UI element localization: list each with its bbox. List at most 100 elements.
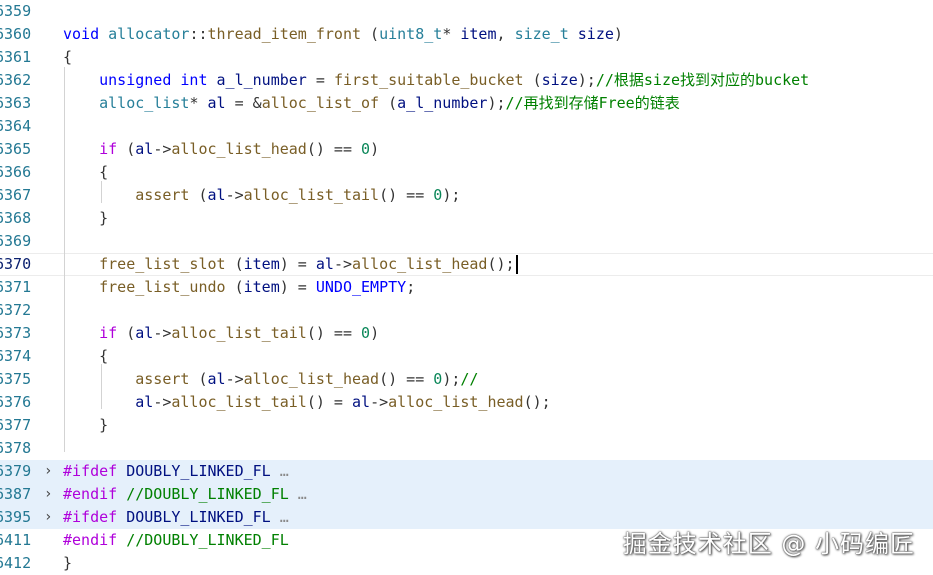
line-number[interactable]: 6395 — [0, 506, 33, 529]
line-number[interactable]: 6373 — [0, 322, 33, 345]
line-number[interactable]: 6379 — [0, 460, 33, 483]
code-line[interactable]: 6364 — [0, 115, 933, 138]
code-line[interactable]: 6360 void allocator::thread_item_front (u… — [0, 23, 933, 46]
line-number[interactable]: 6368 — [0, 207, 33, 230]
line-number[interactable]: 6361 — [0, 46, 33, 69]
code-token: void — [63, 25, 109, 43]
line-number[interactable]: 6364 — [0, 115, 33, 138]
code-editor[interactable]: 63596360 void allocator::thread_item_fron… — [0, 0, 933, 575]
code-token: ( — [189, 186, 208, 204]
code-token: item — [460, 25, 497, 43]
line-number[interactable]: 6366 — [0, 161, 33, 184]
code-text[interactable]: if (al->alloc_list_head() == 0) — [63, 138, 379, 161]
code-line[interactable]: 6379 › #ifdef DOUBLY_LINKED_FL … — [0, 460, 933, 483]
line-number[interactable]: 6378 — [0, 437, 33, 460]
code-line[interactable]: 6369 — [0, 230, 933, 253]
code-token: al — [135, 324, 154, 342]
code-line[interactable]: 6362 unsigned int a_l_number = first_sui… — [0, 69, 933, 92]
code-line[interactable]: 6367 assert (al->alloc_list_tail() == 0)… — [0, 184, 933, 207]
code-text[interactable]: unsigned int a_l_number = first_suitable… — [63, 69, 809, 92]
code-text[interactable]: free_list_slot (item) = al->alloc_list_h… — [63, 254, 518, 275]
code-token: -> — [153, 393, 172, 411]
code-token: ) — [370, 324, 380, 342]
code-token: 0 — [433, 370, 443, 388]
line-number[interactable]: 6365 — [0, 138, 33, 161]
code-line[interactable]: 6375 assert (al->alloc_list_head() == 0)… — [0, 368, 933, 391]
code-token: alloc_list_head — [388, 393, 524, 411]
code-token: 0 — [433, 186, 443, 204]
code-token: ; — [406, 278, 416, 296]
code-line[interactable]: 6371 free_list_undo (item) = UNDO_EMPTY; — [0, 276, 933, 299]
code-token: ( — [523, 71, 542, 89]
code-line[interactable]: 6363 alloc_list* al = &alloc_list_of (a_… — [0, 92, 933, 115]
code-text[interactable]: { — [63, 46, 72, 69]
code-line[interactable]: 6368 } — [0, 207, 933, 230]
code-line[interactable]: 6372 — [0, 299, 933, 322]
code-text[interactable]: #ifdef DOUBLY_LINKED_FL … — [63, 506, 289, 529]
code-line[interactable]: 6373 if (al->alloc_list_tail() == 0) — [0, 322, 933, 345]
code-text[interactable]: assert (al->alloc_list_tail() == 0); — [63, 184, 460, 207]
chevron-right-icon[interactable]: › — [44, 506, 56, 529]
line-number[interactable]: 6370 — [0, 254, 33, 275]
code-token: } — [63, 554, 73, 572]
code-token: () == — [379, 186, 434, 204]
code-line[interactable]: 6361 { — [0, 46, 933, 69]
code-text[interactable]: } — [63, 552, 72, 575]
code-line[interactable]: 6387 › #endif //DOUBLY_LINKED_FL … — [0, 483, 933, 506]
line-number[interactable]: 6374 — [0, 345, 33, 368]
code-token: item — [243, 278, 280, 296]
code-token: ); — [487, 94, 506, 112]
code-text[interactable]: #ifdef DOUBLY_LINKED_FL … — [63, 460, 289, 483]
code-line[interactable]: 6376 al->alloc_list_tail() = al->alloc_l… — [0, 391, 933, 414]
code-line[interactable]: 6359 — [0, 0, 933, 23]
code-line[interactable]: 6365 if (al->alloc_list_head() == 0) — [0, 138, 933, 161]
code-line[interactable]: 6374 { — [0, 345, 933, 368]
code-token: alloc_list_of — [261, 94, 380, 112]
line-number[interactable]: 6411 — [0, 529, 33, 552]
code-text[interactable]: void allocator::thread_item_front (uint8… — [63, 23, 623, 46]
line-number[interactable]: 6412 — [0, 552, 33, 575]
line-number[interactable]: 6363 — [0, 92, 33, 115]
line-number[interactable]: 6371 — [0, 276, 33, 299]
line-number[interactable]: 6375 — [0, 368, 33, 391]
indent-guide-if-block-2 — [101, 364, 102, 409]
code-token: ) = — [279, 255, 316, 273]
code-token: size — [541, 71, 578, 89]
chevron-right-icon[interactable]: › — [44, 483, 56, 506]
code-token: alloc_list_head — [243, 370, 380, 388]
line-number[interactable]: 6362 — [0, 69, 33, 92]
code-text[interactable]: free_list_undo (item) = UNDO_EMPTY; — [63, 276, 415, 299]
chevron-right-icon[interactable]: › — [44, 460, 56, 483]
code-token: ( — [379, 94, 398, 112]
code-token: al — [352, 393, 371, 411]
line-number[interactable]: 6360 — [0, 23, 33, 46]
code-text[interactable]: #endif //DOUBLY_LINKED_FL … — [63, 483, 307, 506]
code-line[interactable]: 6366 { — [0, 161, 933, 184]
code-token: { — [63, 163, 109, 181]
code-line[interactable]: 6370 free_list_slot (item) = al->alloc_l… — [0, 253, 933, 276]
code-token: if — [99, 140, 118, 158]
code-text[interactable]: assert (al->alloc_list_head() == 0);// — [63, 368, 478, 391]
code-token: uint8_t — [379, 25, 443, 43]
code-token: ( — [361, 25, 380, 43]
code-text[interactable]: } — [63, 207, 108, 230]
code-token: = & — [225, 94, 262, 112]
line-number[interactable]: 6369 — [0, 230, 33, 253]
line-number[interactable]: 6359 — [0, 0, 33, 23]
code-text[interactable]: al->alloc_list_tail() = al->alloc_list_h… — [63, 391, 550, 414]
code-text[interactable]: } — [63, 414, 108, 437]
line-number[interactable]: 6367 — [0, 184, 33, 207]
line-number[interactable]: 6372 — [0, 299, 33, 322]
line-number[interactable]: 6376 — [0, 391, 33, 414]
code-token: #ifdef — [63, 462, 118, 480]
line-number[interactable]: 6377 — [0, 414, 33, 437]
code-text[interactable]: if (al->alloc_list_tail() == 0) — [63, 322, 379, 345]
line-number[interactable]: 6387 — [0, 483, 33, 506]
code-line[interactable]: 6378 — [0, 437, 933, 460]
code-line[interactable]: 6377 } — [0, 414, 933, 437]
code-text[interactable]: alloc_list* al = &alloc_list_of (a_l_num… — [63, 92, 680, 115]
code-text[interactable]: #endif //DOUBLY_LINKED_FL — [63, 529, 289, 552]
